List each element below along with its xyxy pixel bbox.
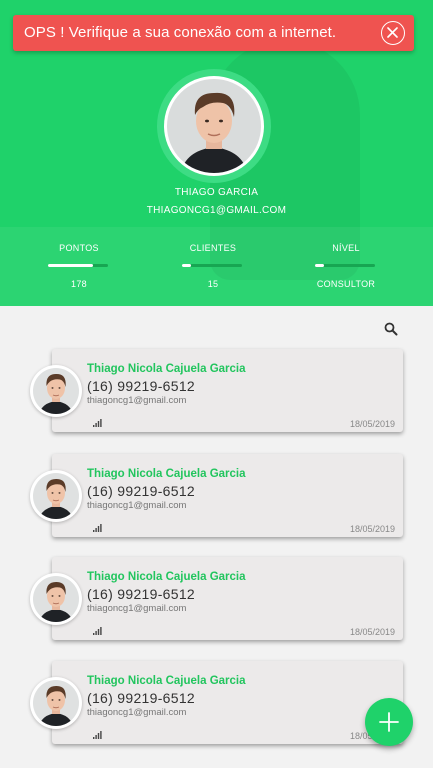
profile-email: THIAGONCG1@GMAIL.COM bbox=[146, 205, 287, 216]
connection-alert: OPS ! Verifique a sua conexão com a inte… bbox=[13, 15, 414, 51]
profile-photo bbox=[167, 79, 261, 173]
stat-progress-fill bbox=[182, 264, 191, 267]
stat-label: CLIENTES bbox=[189, 243, 237, 253]
client-card[interactable]: Thiago Nicola Cajuela Garcia (16) 99219-… bbox=[52, 454, 403, 537]
client-avatar[interactable] bbox=[30, 470, 82, 522]
signal-bars-icon bbox=[93, 519, 102, 532]
stat-progress-fill bbox=[48, 264, 93, 267]
stat-value: 15 bbox=[207, 279, 219, 289]
client-phone: (16) 99219-6512 bbox=[87, 690, 196, 706]
alert-message: OPS ! Verifique a sua conexão com a inte… bbox=[24, 24, 337, 41]
client-card[interactable]: Thiago Nicola Cajuela Garcia (16) 99219-… bbox=[52, 557, 403, 640]
signal-bars-icon bbox=[93, 622, 102, 635]
client-date: 18/05/2019 bbox=[349, 419, 395, 429]
client-avatar[interactable] bbox=[30, 365, 82, 417]
profile-name: THIAGO GARCIA bbox=[174, 187, 259, 198]
client-phone: (16) 99219-6512 bbox=[87, 378, 196, 394]
client-email: thiagoncg1@gmail.com bbox=[87, 603, 187, 614]
client-email: thiagoncg1@gmail.com bbox=[87, 500, 187, 511]
add-client-button[interactable] bbox=[365, 698, 413, 746]
client-card[interactable]: Thiago Nicola Cajuela Garcia (16) 99219-… bbox=[52, 661, 403, 744]
client-name: Thiago Nicola Cajuela Garcia bbox=[87, 675, 246, 687]
stat-progress-fill bbox=[315, 264, 324, 267]
plus-icon bbox=[379, 712, 399, 732]
client-avatar[interactable] bbox=[30, 573, 82, 625]
client-phone: (16) 99219-6512 bbox=[87, 586, 196, 602]
client-name: Thiago Nicola Cajuela Garcia bbox=[87, 468, 246, 480]
client-date: 18/05/2019 bbox=[349, 627, 395, 637]
stat-value: CONSULTOR bbox=[316, 279, 376, 289]
client-avatar[interactable] bbox=[30, 677, 82, 729]
client-email: thiagoncg1@gmail.com bbox=[87, 395, 187, 406]
client-card[interactable]: Thiago Nicola Cajuela Garcia (16) 99219-… bbox=[52, 349, 403, 432]
stat-label: PONTOS bbox=[59, 243, 99, 253]
signal-bars-icon bbox=[93, 414, 102, 427]
stat-label: NÍVEL bbox=[332, 243, 360, 253]
profile-avatar[interactable] bbox=[157, 69, 271, 183]
stat-progress-track bbox=[48, 264, 108, 267]
client-name: Thiago Nicola Cajuela Garcia bbox=[87, 363, 246, 375]
stat-progress-track bbox=[182, 264, 242, 267]
stat-progress-track bbox=[315, 264, 375, 267]
stat-value: 178 bbox=[71, 279, 87, 289]
signal-bars-icon bbox=[93, 726, 102, 739]
client-name: Thiago Nicola Cajuela Garcia bbox=[87, 571, 246, 583]
stats-bar: PONTOS 178 CLIENTES 15 NÍVEL CONSULTOR bbox=[0, 227, 433, 306]
close-circle-icon[interactable] bbox=[381, 21, 405, 45]
search-icon[interactable] bbox=[384, 322, 398, 336]
client-email: thiagoncg1@gmail.com bbox=[87, 707, 187, 718]
client-date: 18/05/2019 bbox=[349, 524, 395, 534]
client-phone: (16) 99219-6512 bbox=[87, 483, 196, 499]
